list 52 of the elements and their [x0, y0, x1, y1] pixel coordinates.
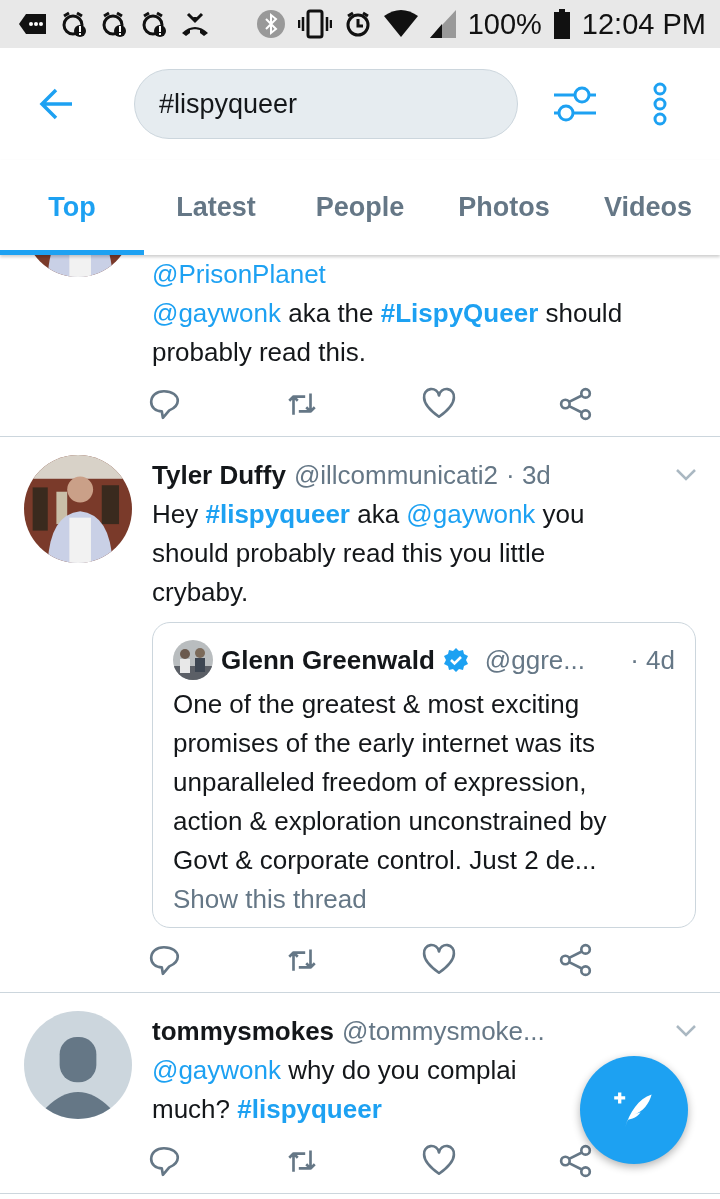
signal-icon	[429, 10, 456, 38]
user-handle: @ggre...	[484, 644, 585, 676]
filter-button[interactable]	[552, 84, 598, 124]
user-handle: @illcommunicati2	[293, 459, 498, 491]
tweet-text: @gaywonk why do you complai much? #lispyqueer	[152, 1054, 517, 1126]
alarm-warning-icon	[100, 10, 128, 38]
heart-icon[interactable]	[422, 387, 456, 421]
share-icon[interactable]	[559, 1144, 593, 1178]
wifi-icon	[383, 10, 418, 38]
heart-icon[interactable]	[422, 943, 456, 977]
battery-level: 100%	[467, 7, 542, 41]
clock-time: 12:04 PM	[581, 7, 706, 41]
tab[interactable]: Videos	[576, 160, 720, 255]
tweet-time: · 3d	[506, 459, 551, 491]
quoted-tweet[interactable]	[152, 622, 696, 928]
message-icon	[18, 12, 48, 36]
mention-link[interactable]: @PrisonPlanet	[152, 259, 326, 289]
tab[interactable]: Photos	[432, 160, 576, 255]
back-button[interactable]	[38, 86, 74, 122]
tab[interactable]: People	[288, 160, 432, 255]
search-field[interactable]: #lispyqueer	[134, 69, 518, 139]
battery-icon	[553, 9, 570, 39]
more-button[interactable]	[652, 82, 668, 126]
mention-link[interactable]: @gaywonk	[406, 499, 536, 529]
hashtag-link[interactable]: #lispyqueer	[205, 499, 350, 529]
heart-icon[interactable]	[422, 1144, 456, 1178]
vibrate-icon	[297, 9, 332, 39]
default-avatar-icon	[24, 1011, 132, 1119]
share-icon[interactable]	[559, 387, 593, 421]
tweet-text: @PrisonPlanet @gaywonk aka the #LispyQueer should probably read this.	[152, 258, 623, 369]
tweet-text: Hey #lispyqueer aka @gaywonk you should probably read this you little crybaby.	[152, 498, 585, 609]
user-name: tommysmokes	[152, 1015, 335, 1047]
user-name: Glenn Greenwald	[221, 644, 435, 676]
user-handle: @tommysmoke...	[342, 1015, 545, 1047]
reply-icon[interactable]	[148, 1144, 182, 1178]
bluetooth-icon	[255, 9, 286, 39]
share-icon[interactable]	[559, 943, 593, 977]
reply-icon[interactable]	[148, 387, 182, 421]
mention-link[interactable]: @gaywonk	[152, 1055, 281, 1085]
user-name: Tyler Duffy	[152, 459, 286, 491]
alarm-warning-icon	[140, 10, 168, 38]
hashtag-link[interactable]: #LispyQueer	[380, 298, 539, 328]
tab[interactable]: Latest	[144, 160, 288, 255]
compose-button[interactable]	[580, 1056, 688, 1164]
mention-link[interactable]: @gaywonk	[152, 298, 281, 328]
quoted-text: One of the greatest & most exciting promises of the early internet was its unparalleled freedom of expression, action & exploration unconstrained by Govt & corporate control. Just 2 de...	[173, 688, 608, 877]
tweet-time: · 4d	[630, 644, 675, 676]
reply-icon[interactable]	[148, 943, 182, 977]
alarm-warning-icon	[60, 10, 88, 38]
missed-call-icon	[180, 11, 210, 37]
hashtag-link[interactable]: #lispyqueer	[237, 1094, 382, 1124]
show-thread-link[interactable]: Show this thread	[173, 880, 675, 919]
